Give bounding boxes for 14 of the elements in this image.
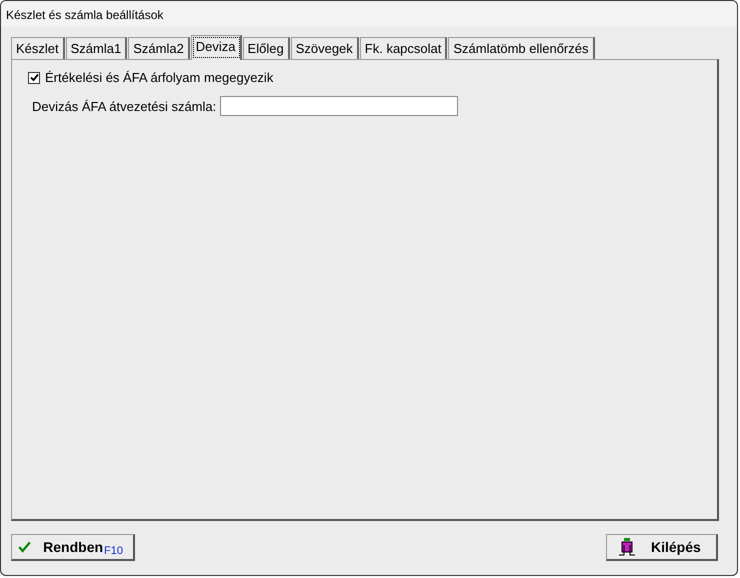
tab[interactable]: Fk. kapcsolat (360, 37, 448, 59)
tab[interactable]: Deviza (190, 35, 242, 60)
checkbox-label: Értékelési és ÁFA árfolyam megegyezik (45, 70, 274, 85)
tab[interactable]: Előleg (242, 37, 290, 59)
tab[interactable]: Számlatömb ellenőrzés (448, 37, 594, 59)
tab[interactable]: Számla1 (66, 37, 128, 59)
tab[interactable]: Készlet (11, 37, 65, 59)
exit-button[interactable]: Kilépés (606, 534, 718, 561)
tab[interactable]: Számla2 (128, 37, 190, 59)
input-field[interactable] (220, 96, 458, 116)
field-label: Devizás ÁFA átvezetési számla: (32, 98, 216, 114)
window-title: Készlet és számla beállítások (1, 1, 737, 27)
tab[interactable]: Szövegek (290, 37, 359, 59)
checkbox[interactable] (28, 72, 40, 84)
